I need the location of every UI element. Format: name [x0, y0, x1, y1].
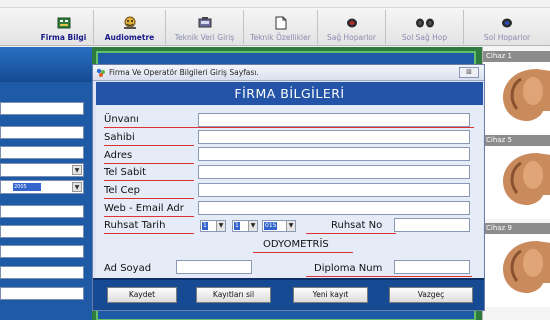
device-label: Cihaz 5: [483, 135, 550, 146]
toolbar-sol-hoparlor-button[interactable]: Sol Hoparlor: [464, 10, 550, 44]
devices-panel: Cihaz 1 Cihaz 5 Cihaz 9: [482, 47, 550, 320]
toolbar-top-strip: [0, 0, 550, 8]
left-panel-field[interactable]: [0, 266, 84, 279]
row-underline: [306, 276, 472, 277]
device-card[interactable]: Cihaz 1: [483, 51, 550, 135]
row-underline: [104, 216, 194, 217]
left-speaker-icon: [499, 15, 515, 31]
row-underline: [306, 233, 396, 234]
hearing-aid-icon: [503, 153, 550, 205]
sahibi-label: Sahibi: [104, 132, 135, 143]
toolbar-audiometre-button[interactable]: Audiometre: [94, 10, 166, 44]
ruhsat-no-label: Ruhsat No: [331, 220, 383, 231]
unvan-field[interactable]: [198, 113, 470, 127]
hearing-aid-icon: [503, 69, 550, 121]
toolbar-sag-hoparlor-button[interactable]: Sağ Hoparlor: [318, 10, 386, 44]
ruhsat-tarih-label: Ruhsat Tarih: [104, 220, 166, 231]
ad-soyad-label: Ad Soyad: [104, 263, 152, 274]
chevron-down-icon[interactable]: ▼: [286, 221, 295, 231]
chevron-down-icon[interactable]: ▼: [72, 165, 82, 175]
ruhsat-month-select[interactable]: 1 ▼: [232, 220, 258, 232]
right-speaker-icon: [344, 15, 360, 31]
toolbar-label: Sağ Hoparlor: [327, 33, 376, 42]
hearing-aid-icon: [503, 241, 550, 293]
unvan-label: Ünvanı: [104, 114, 139, 125]
save-button[interactable]: Kaydet: [107, 287, 177, 303]
web-email-label: Web - Email Adr: [104, 203, 184, 214]
dialog-titlebar[interactable]: Firma Ve Operatör Bilgileri Giriş Sayfas…: [93, 65, 484, 81]
cancel-button[interactable]: Vazgeç: [389, 287, 473, 303]
main-toolbar: Firma Bilgi Audiometre Teknik Veri Giriş…: [0, 0, 550, 46]
left-panel-field[interactable]: [0, 245, 84, 258]
toolbar-label: Audiometre: [104, 33, 155, 42]
adres-label: Adres: [104, 150, 133, 161]
row-underline: [104, 127, 474, 128]
ruhsat-day-select[interactable]: 1 ▼: [200, 220, 226, 232]
left-panel-field[interactable]: [0, 225, 84, 238]
dialog-button-bar: Kaydet Kayıtları sil Yeni kayıt Vazgeç: [93, 278, 484, 310]
ruhsat-no-field[interactable]: [394, 218, 470, 232]
device-label: Cihaz 1: [483, 51, 550, 62]
dialog-title: Firma Ve Operatör Bilgileri Giriş Sayfas…: [109, 68, 259, 77]
left-panel-field[interactable]: [0, 146, 84, 159]
toolbar-label: Sol Hoparlor: [483, 33, 531, 42]
odyometris-section-title: ODYOMETRİS: [263, 239, 329, 250]
diploma-label: Diploma Num: [314, 263, 383, 274]
row-underline: [104, 163, 194, 164]
left-panel-header: [0, 47, 92, 82]
left-panel-combo-value: 2005: [13, 183, 41, 191]
row-underline: [104, 198, 194, 199]
technical-data-icon: [197, 15, 213, 31]
left-panel-field[interactable]: [0, 126, 84, 139]
tel-cep-field[interactable]: [198, 183, 470, 197]
left-panel-year-combo[interactable]: 2005 ▼: [0, 180, 84, 194]
left-panel-field[interactable]: [0, 102, 84, 115]
toolbar-teknik-ozellikler-button[interactable]: Teknik Özellikler: [244, 10, 318, 44]
close-icon[interactable]: ⊠: [459, 67, 479, 78]
new-record-button[interactable]: Yeni kayıt: [293, 287, 368, 303]
document-icon: [273, 15, 289, 31]
chevron-down-icon[interactable]: ▼: [248, 221, 257, 231]
section-underline: [253, 252, 353, 253]
row-underline: [104, 145, 194, 146]
tel-sabit-label: Tel Sabit: [104, 167, 147, 178]
toolbar-label: Firma Bilgi: [40, 33, 87, 42]
device-card[interactable]: Cihaz 9: [483, 223, 550, 307]
toolbar-sol-sag-hop-button[interactable]: Sol Sağ Hop: [386, 10, 464, 44]
audiometer-icon: [122, 15, 138, 31]
app-icon: [96, 68, 105, 77]
left-panel-combo[interactable]: ▼: [0, 163, 84, 177]
toolbar-label: Sol Sağ Hop: [401, 33, 448, 42]
toolbar-label: Teknik Veri Giriş: [174, 33, 235, 42]
toolbar-firma-bilgi-button[interactable]: Firma Bilgi: [34, 10, 94, 44]
form-area: Ünvanı Sahibi Adres Tel Sabit Tel Cep We…: [96, 105, 483, 279]
left-panel-field[interactable]: [0, 287, 84, 300]
device-card[interactable]: Cihaz 5: [483, 135, 550, 219]
chevron-down-icon[interactable]: ▼: [72, 182, 82, 192]
adres-field[interactable]: [198, 147, 470, 161]
stereo-speakers-icon: [414, 15, 436, 31]
company-icon: [56, 15, 72, 31]
ruhsat-day-value: 1: [202, 222, 208, 230]
ruhsat-year-value: 015: [264, 222, 278, 230]
ruhsat-month-value: 1: [234, 222, 240, 230]
row-underline: [104, 180, 194, 181]
firma-dialog: Firma Ve Operatör Bilgileri Giriş Sayfas…: [92, 64, 485, 311]
ad-soyad-field[interactable]: [176, 260, 252, 274]
device-label: Cihaz 9: [483, 223, 550, 234]
left-form-panel: ▼ 2005 ▼: [0, 47, 92, 320]
left-panel-field[interactable]: [0, 205, 84, 218]
toolbar-label: Teknik Özellikler: [250, 33, 311, 42]
web-email-field[interactable]: [198, 201, 470, 215]
toolbar-teknik-veri-button[interactable]: Teknik Veri Giriş: [166, 10, 244, 44]
delete-records-button[interactable]: Kayıtları sil: [196, 287, 271, 303]
ruhsat-year-select[interactable]: 015 ▼: [262, 220, 296, 232]
chevron-down-icon[interactable]: ▼: [216, 221, 225, 231]
tel-sabit-field[interactable]: [198, 165, 470, 179]
diploma-field[interactable]: [394, 260, 470, 274]
dialog-banner: FİRMA BİLGİLERİ: [96, 82, 483, 105]
tel-cep-label: Tel Cep: [104, 185, 141, 196]
sahibi-field[interactable]: [198, 130, 470, 144]
row-underline: [104, 233, 194, 234]
